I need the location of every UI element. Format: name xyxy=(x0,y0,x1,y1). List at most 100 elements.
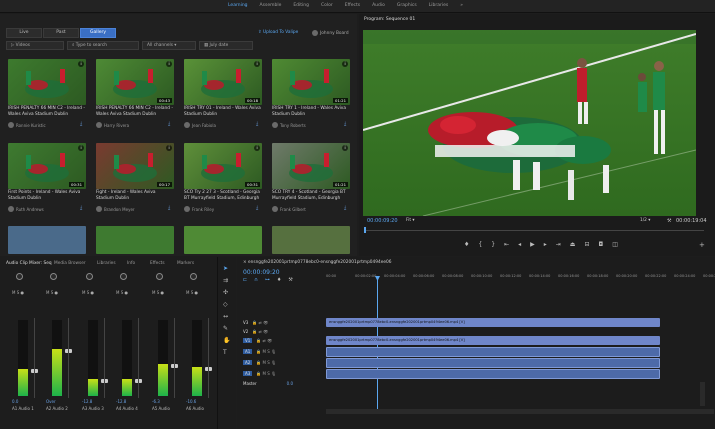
track-visibility-icons[interactable]: 🔒 ⇄ 👁 xyxy=(256,338,272,343)
video-clip-v1[interactable]: ensnggfe202001prtmp0778ebc0-ensnggfe2020… xyxy=(326,336,660,345)
program-playhead[interactable] xyxy=(364,227,366,233)
channel-db-value[interactable]: -12.8 xyxy=(116,399,126,404)
thumbnail-title[interactable]: Fight - Ireland - Wales Aviva Stadium Du… xyxy=(96,190,174,201)
info-icon[interactable]: i xyxy=(254,145,260,151)
gallery-thumbnail[interactable] xyxy=(96,226,174,254)
pan-knob[interactable] xyxy=(156,273,163,280)
track-visibility-icons[interactable]: 🔒 ⇄ 👁 xyxy=(252,320,268,325)
mixer-tab[interactable]: Markers xyxy=(177,261,194,266)
track-name[interactable]: V1 xyxy=(243,338,253,343)
download-icon[interactable]: ⤓ xyxy=(80,205,82,211)
pan-knob[interactable] xyxy=(50,273,57,280)
step-back-icon[interactable]: ◂ xyxy=(518,241,521,248)
info-icon[interactable]: i xyxy=(166,61,172,67)
marker-add-icon[interactable]: ♦ xyxy=(277,277,281,283)
pan-knob[interactable] xyxy=(120,273,127,280)
user-menu[interactable]: Johnny Board xyxy=(312,30,349,36)
linked-icon[interactable]: ⊶ xyxy=(265,277,270,283)
download-icon[interactable]: ⤓ xyxy=(344,121,346,127)
fit-dropdown[interactable]: Fit ▾ xyxy=(406,218,415,223)
thumbnail-title[interactable]: IRISH TRY 01 - Ireland - Wales Aviva Sta… xyxy=(184,106,262,117)
snap-icon[interactable]: ∩ xyxy=(254,277,258,283)
pen-icon[interactable]: ✎ xyxy=(223,325,228,332)
mute-solo-record[interactable]: M S ● xyxy=(152,290,164,295)
thumbnail-title[interactable]: SCO TRY 4 - Scotland - Georgia BT Murray… xyxy=(272,190,350,201)
search-input[interactable]: ⌕ Type to search xyxy=(67,41,139,50)
download-icon[interactable]: ⤓ xyxy=(256,121,258,127)
timeline-settings-icon[interactable]: ⚒ xyxy=(288,277,292,283)
info-icon[interactable]: i xyxy=(342,61,348,67)
camera-icon[interactable]: ◘ xyxy=(598,241,603,248)
download-icon[interactable]: ⤓ xyxy=(168,205,170,211)
track-name[interactable]: A3 xyxy=(243,371,253,376)
timeline-vscroll[interactable] xyxy=(700,382,705,406)
download-icon[interactable]: ⤓ xyxy=(344,205,346,211)
track-name[interactable]: V2 xyxy=(243,329,248,334)
more-workspaces-icon[interactable]: » xyxy=(460,3,463,8)
gallery-thumbnail[interactable]: i 01:21 xyxy=(272,143,350,189)
mixer-tab[interactable]: Info xyxy=(127,261,135,266)
workspace-effects[interactable]: Effects xyxy=(345,3,360,8)
workspace-audio[interactable]: Audio xyxy=(372,3,385,8)
upload-link[interactable]: ⇪ Upload To Valipe xyxy=(258,30,298,35)
wrench-icon[interactable]: ⚒ xyxy=(667,218,671,224)
thumbnail-title[interactable]: IRISH TRY 1 - Ireland - Wales Aviva Stad… xyxy=(272,106,350,117)
extract-icon[interactable]: ⊟ xyxy=(584,241,589,248)
track-header[interactable]: A1 🔒 M S 🎙 xyxy=(243,347,323,356)
time-ruler[interactable]: 00:00 00:00:02:00 00:00:04:00 00:00:06:00 00… xyxy=(326,273,715,283)
info-icon[interactable]: i xyxy=(166,145,172,151)
ripple-edit-icon[interactable]: ✣ xyxy=(223,289,228,296)
gallery-thumbnail[interactable]: i 00:18 xyxy=(184,59,262,105)
channel-db-value[interactable]: -10.6 xyxy=(186,399,196,404)
workspace-learning[interactable]: Learning xyxy=(228,3,248,8)
track-name[interactable]: Master xyxy=(243,381,257,386)
hand-icon[interactable]: ✋ xyxy=(223,337,230,344)
track-name[interactable]: A2 xyxy=(243,360,253,365)
resolution-dropdown[interactable]: 1/2 ▾ xyxy=(640,218,650,223)
mixer-tab[interactable]: Libraries xyxy=(97,261,116,266)
info-icon[interactable]: i xyxy=(78,145,84,151)
mute-solo-record[interactable]: M S ● xyxy=(46,290,58,295)
info-icon[interactable]: i xyxy=(342,145,348,151)
track-header[interactable]: Master 0.0 xyxy=(243,379,323,388)
go-to-out-icon[interactable]: ⇥ xyxy=(556,241,561,248)
info-icon[interactable]: i xyxy=(254,61,260,67)
track-audio-icons[interactable]: 🔒 M S 🎙 xyxy=(256,349,276,354)
selection-tool-icon[interactable]: ➤ xyxy=(223,265,228,272)
mixer-tab[interactable]: Audio Clip Mixer: Seq xyxy=(6,261,52,266)
step-forward-icon[interactable]: ▸ xyxy=(544,241,547,248)
gallery-thumbnail[interactable]: i 00:31 xyxy=(184,143,262,189)
date-picker[interactable]: ▦ July date xyxy=(199,41,253,50)
gallery-thumbnail[interactable]: i 00:43 xyxy=(96,59,174,105)
compare-icon[interactable]: ◫ xyxy=(612,241,618,248)
track-audio-icons[interactable]: 🔒 M S 🎙 xyxy=(256,360,276,365)
track-header[interactable]: A3 🔒 M S 🎙 xyxy=(243,369,323,378)
mute-solo-record[interactable]: M S ● xyxy=(186,290,198,295)
slip-icon[interactable]: ↔ xyxy=(223,313,228,320)
thumbnail-title[interactable]: IRISH PENALTY 66 MIN C2 - Ireland - Wale… xyxy=(96,106,174,117)
mute-solo-record[interactable]: M S ● xyxy=(116,290,128,295)
info-icon[interactable]: i xyxy=(78,61,84,67)
add-button-icon[interactable]: + xyxy=(699,241,705,249)
gallery-thumbnail[interactable]: i 01:21 xyxy=(272,59,350,105)
play-icon[interactable]: ▶ xyxy=(530,241,535,248)
thumbnail-title[interactable]: SCO Try 2 27 3 - Scotland - Georgia BT M… xyxy=(184,190,262,201)
mute-solo-record[interactable]: M S ● xyxy=(12,290,24,295)
thumbnail-title[interactable]: First Points - Ireland - Wales Aviva Sta… xyxy=(8,190,86,201)
audio-clip-a3[interactable] xyxy=(326,369,660,379)
channel-db-value[interactable]: 0.0 xyxy=(12,399,18,404)
download-icon[interactable]: ⤓ xyxy=(168,121,170,127)
marker-icon[interactable]: ♦ xyxy=(464,241,469,248)
master-volume[interactable]: 0.0 xyxy=(287,381,293,386)
program-video-frame[interactable] xyxy=(363,30,696,216)
tab-past[interactable]: Past xyxy=(43,28,79,38)
go-to-in-icon[interactable]: ⇤ xyxy=(504,241,509,248)
timeline-scrollbar[interactable] xyxy=(326,409,714,414)
gallery-thumbnail[interactable]: i 00:31 xyxy=(8,143,86,189)
channel-db-value[interactable]: -6.3 xyxy=(152,399,160,404)
nest-icon[interactable]: ⊏ xyxy=(243,277,247,283)
workspace-color[interactable]: Color xyxy=(321,3,333,8)
pan-knob[interactable] xyxy=(16,273,23,280)
type-filter-dropdown[interactable]: ▷ Videos xyxy=(6,41,64,50)
mark-in-icon[interactable]: { xyxy=(478,241,482,248)
